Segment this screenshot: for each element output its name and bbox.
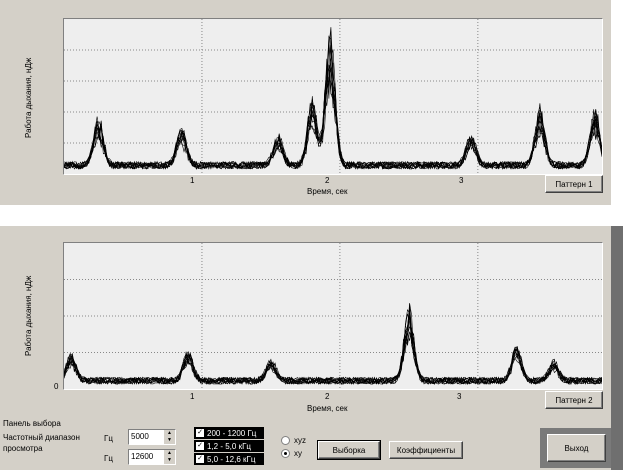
top-x-axis-label: Время, сек — [307, 187, 348, 196]
series-line-5 — [64, 307, 602, 385]
band-1-label: 200 - 1200 Гц — [207, 428, 257, 438]
bottom-x-tick-2: 2 — [325, 392, 330, 401]
series-line-10 — [64, 63, 602, 170]
select-button[interactable]: Выборка — [317, 440, 381, 460]
band-200-1200-checkbox[interactable]: ✓ 200 - 1200 Гц — [194, 427, 264, 439]
band-3-label: 5,0 - 12,6 кГц — [207, 454, 256, 464]
freq-high-input[interactable] — [130, 450, 162, 463]
checkmark-icon: ✓ — [196, 455, 204, 463]
coefficients-button[interactable]: Коэффициенты — [389, 441, 463, 459]
bottom-chart-svg — [64, 243, 602, 389]
series-line-3 — [64, 326, 602, 385]
band-5-12-checkbox[interactable]: ✓ 5,0 - 12,6 кГц — [194, 453, 264, 465]
series-line-9 — [64, 43, 602, 170]
radio-xyz-label: xyz — [294, 436, 306, 445]
pattern-1-button[interactable]: Паттерн 1 — [545, 175, 603, 193]
series-line-4 — [64, 315, 602, 385]
freq-low-spinner[interactable]: ▲ ▼ — [128, 429, 176, 445]
bottom-y-axis-label: Работа дыхания, нДж — [24, 275, 33, 356]
series-line-1 — [64, 313, 602, 385]
pattern-2-button[interactable]: Паттерн 2 — [545, 391, 603, 409]
bottom-y-tick-0: 0 — [54, 382, 59, 391]
radio-xy-label: xy — [294, 449, 302, 458]
radio-xy[interactable]: xy — [281, 449, 302, 458]
radio-xyz[interactable]: xyz — [281, 436, 306, 445]
spin-down-icon[interactable]: ▼ — [164, 457, 175, 464]
series-line-0 — [64, 308, 602, 385]
bottom-x-tick-3: 3 — [457, 392, 462, 401]
top-x-tick-2: 2 — [325, 176, 330, 185]
band-2-label: 1,2 - 5,0 кГц — [207, 441, 251, 451]
selection-panel: Панель выбора Частотный диапазон просмот… — [0, 419, 611, 470]
series-line-10 — [64, 317, 602, 385]
freq-range-label: Частотный диапазон — [3, 433, 80, 442]
radio-selected-icon — [281, 449, 290, 458]
top-x-tick-1: 1 — [190, 176, 195, 185]
spin-up-icon[interactable]: ▲ — [164, 450, 175, 457]
series-line-2 — [64, 304, 602, 386]
spin-up-icon[interactable]: ▲ — [164, 430, 175, 437]
exit-area: Выход — [540, 428, 611, 468]
panel-title: Панель выбора — [3, 419, 61, 428]
bottom-x-axis-label: Время, сек — [307, 404, 348, 413]
band-1-5-checkbox[interactable]: ✓ 1,2 - 5,0 кГц — [194, 440, 264, 452]
checkmark-icon: ✓ — [196, 442, 204, 450]
series-line-6 — [64, 303, 602, 385]
checkmark-icon: ✓ — [196, 429, 204, 437]
series-line-6 — [64, 68, 602, 170]
hz-label-low: Гц — [104, 434, 113, 443]
series-line-8 — [64, 68, 602, 170]
series-line-8 — [64, 306, 602, 385]
top-chart-svg — [64, 19, 602, 174]
exit-button[interactable]: Выход — [547, 434, 606, 462]
freq-high-spinner[interactable]: ▲ ▼ — [128, 449, 176, 465]
top-chart-panel: Работа дыхания, нДж 1 2 3 Время, сек Пат… — [0, 0, 611, 205]
freq-range-label-2: просмотра — [3, 444, 43, 453]
series-line-9 — [64, 308, 602, 385]
radio-circle-icon — [281, 436, 290, 445]
top-x-tick-3: 3 — [459, 176, 464, 185]
bottom-x-tick-1: 1 — [190, 392, 195, 401]
window-edge — [611, 226, 623, 470]
hz-label-high: Гц — [104, 454, 113, 463]
bottom-plot-area — [63, 242, 603, 390]
spin-down-icon[interactable]: ▼ — [164, 437, 175, 444]
top-plot-area — [63, 18, 603, 175]
freq-low-input[interactable] — [130, 430, 162, 443]
top-y-axis-label: Работа дыхания, нДж — [24, 57, 33, 138]
series-line-7 — [64, 327, 602, 385]
